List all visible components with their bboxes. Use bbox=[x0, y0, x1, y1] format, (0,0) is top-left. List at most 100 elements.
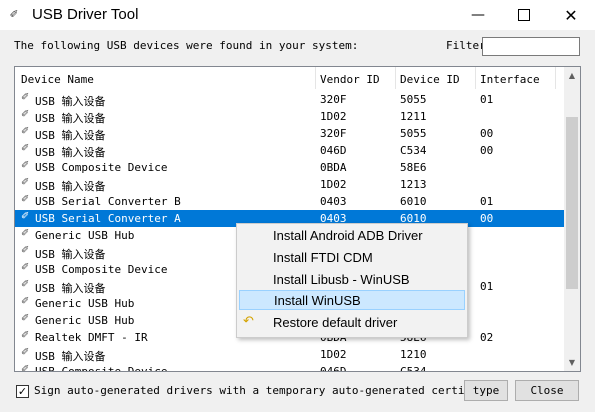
maximize-button[interactable] bbox=[501, 0, 547, 30]
table-row[interactable]: ✐ USB Composite Device 0BDA 58E6 bbox=[15, 159, 566, 176]
cell-device-id: 5055 bbox=[400, 93, 427, 106]
scroll-down-icon[interactable]: ▼ bbox=[564, 354, 580, 371]
cell-device-name: USB 输入设备 bbox=[35, 129, 106, 142]
usb-plug-icon: ✐ bbox=[21, 126, 30, 137]
cell-interface: 00 bbox=[480, 144, 494, 157]
menu-item-restore-default[interactable]: ↶ Restore default driver bbox=[239, 313, 465, 333]
usb-plug-icon: ✐ bbox=[21, 228, 30, 239]
usb-plug-icon: ✐ bbox=[21, 143, 30, 154]
column-header-interface[interactable]: Interface bbox=[480, 73, 540, 86]
usb-plug-icon: ✐ bbox=[21, 92, 30, 103]
column-header-device-name[interactable]: Device Name bbox=[21, 73, 94, 86]
table-row[interactable]: ✐ USB 输入设备 1D02 1210 bbox=[15, 346, 566, 363]
table-row[interactable]: ✐ USB 输入设备 1D02 1211 bbox=[15, 108, 566, 125]
cell-device-id: 1210 bbox=[400, 348, 427, 361]
list-header: Device Name Vendor ID Device ID Interfac… bbox=[15, 67, 566, 89]
usb-plug-icon: ✐ bbox=[21, 194, 30, 205]
menu-item-install-ftdi[interactable]: Install FTDI CDM bbox=[239, 248, 465, 268]
filter-label: Filter bbox=[446, 39, 486, 52]
usb-plug-icon: ✐ bbox=[21, 109, 30, 120]
cell-device-id: 58E6 bbox=[400, 161, 427, 174]
usb-plug-icon: ✐ bbox=[21, 211, 30, 222]
menu-item-install-adb[interactable]: Install Android ADB Driver bbox=[239, 226, 465, 246]
cell-vendor-id: 0403 bbox=[320, 195, 347, 208]
cell-device-name: USB 输入设备 bbox=[35, 350, 106, 363]
column-divider[interactable] bbox=[395, 67, 396, 89]
usb-plug-icon: ✐ bbox=[21, 262, 30, 273]
window-title: USB Driver Tool bbox=[32, 6, 139, 23]
column-divider[interactable] bbox=[315, 67, 316, 89]
devices-found-label: The following USB devices were found in … bbox=[14, 39, 359, 52]
type-button[interactable]: type bbox=[464, 380, 508, 401]
sign-drivers-checkbox[interactable]: ✓ bbox=[16, 385, 29, 398]
cell-device-name: USB 输入设备 bbox=[35, 282, 106, 295]
cell-interface: 01 bbox=[480, 93, 494, 106]
usb-plug-icon: ✐ bbox=[21, 313, 30, 324]
cell-vendor-id: 0BDA bbox=[320, 161, 347, 174]
table-row[interactable]: ✐ USB 输入设备 046D C534 00 bbox=[15, 142, 566, 159]
cell-interface: 00 bbox=[480, 127, 494, 140]
cell-device-name: Generic USB Hub bbox=[35, 297, 135, 310]
cell-vendor-id: 1D02 bbox=[320, 348, 347, 361]
cell-device-name: Generic USB Hub bbox=[35, 229, 135, 242]
usb-plug-icon: ✐ bbox=[21, 364, 30, 372]
minimize-button[interactable]: — bbox=[455, 0, 501, 30]
maximize-icon bbox=[518, 9, 530, 21]
table-row[interactable]: ✐ USB Composite Device 046D C534 bbox=[15, 363, 566, 372]
cell-device-name: USB Composite Device bbox=[35, 263, 168, 276]
column-header-vendor-id[interactable]: Vendor ID bbox=[320, 73, 380, 86]
vertical-scrollbar[interactable]: ▲ ▼ bbox=[564, 67, 580, 371]
usb-plug-icon: ✐ bbox=[21, 347, 30, 358]
title-bar: ✐ USB Driver Tool — ✕ bbox=[0, 0, 595, 30]
cell-device-name: USB 输入设备 bbox=[35, 112, 106, 125]
close-button[interactable]: Close bbox=[515, 380, 579, 401]
scroll-up-icon[interactable]: ▲ bbox=[564, 67, 580, 84]
usb-plug-icon: ✐ bbox=[21, 279, 30, 290]
usb-plug-icon: ✐ bbox=[21, 296, 30, 307]
cell-vendor-id: 1D02 bbox=[320, 110, 347, 123]
cell-device-name: USB 输入设备 bbox=[35, 180, 106, 193]
cell-device-id: 5055 bbox=[400, 127, 427, 140]
cell-interface: 01 bbox=[480, 280, 494, 293]
cell-vendor-id: 320F bbox=[320, 127, 347, 140]
cell-vendor-id: 046D bbox=[320, 144, 347, 157]
usb-plug-icon: ✐ bbox=[21, 160, 30, 171]
cell-device-name: USB 输入设备 bbox=[35, 146, 106, 159]
cell-interface: 00 bbox=[480, 212, 494, 225]
cell-device-id: 1211 bbox=[400, 110, 427, 123]
filter-input[interactable] bbox=[482, 37, 580, 56]
cell-device-name: USB 输入设备 bbox=[35, 248, 106, 261]
cell-device-id: C534 bbox=[400, 144, 427, 157]
cell-device-name: USB Serial Converter A bbox=[35, 212, 181, 225]
undo-arrow-icon: ↶ bbox=[243, 314, 254, 329]
usb-plug-icon: ✐ bbox=[21, 330, 30, 341]
usb-plug-icon: ✐ bbox=[21, 245, 30, 256]
menu-item-install-winusb[interactable]: Install WinUSB bbox=[239, 290, 465, 310]
cell-device-name: Realtek DMFT - IR bbox=[35, 331, 148, 344]
table-row[interactable]: ✐ USB 输入设备 320F 5055 00 bbox=[15, 125, 566, 142]
column-divider[interactable] bbox=[555, 67, 556, 89]
sign-drivers-label: Sign auto-generated drivers with a tempo… bbox=[34, 384, 505, 397]
cell-device-id: C534 bbox=[400, 365, 427, 372]
usb-plug-icon: ✐ bbox=[21, 177, 30, 188]
cell-interface: 02 bbox=[480, 331, 494, 344]
usb-plug-icon: ✐ bbox=[10, 7, 18, 22]
close-window-button[interactable]: ✕ bbox=[548, 0, 594, 30]
column-header-device-id[interactable]: Device ID bbox=[400, 73, 460, 86]
cell-vendor-id: 320F bbox=[320, 93, 347, 106]
cell-device-id: 1213 bbox=[400, 178, 427, 191]
table-row[interactable]: ✐ USB 输入设备 1D02 1213 bbox=[15, 176, 566, 193]
cell-interface: 01 bbox=[480, 195, 494, 208]
cell-device-id: 6010 bbox=[400, 195, 427, 208]
cell-vendor-id: 1D02 bbox=[320, 178, 347, 191]
table-row[interactable]: ✐ USB Serial Converter B 0403 6010 01 bbox=[15, 193, 566, 210]
cell-device-name: USB Composite Device bbox=[35, 365, 168, 372]
column-divider[interactable] bbox=[475, 67, 476, 89]
cell-device-name: USB Serial Converter B bbox=[35, 195, 181, 208]
cell-device-name: USB 输入设备 bbox=[35, 95, 106, 108]
menu-item-install-libusb[interactable]: Install Libusb - WinUSB bbox=[239, 270, 465, 290]
scrollbar-thumb[interactable] bbox=[566, 117, 578, 289]
cell-vendor-id: 046D bbox=[320, 365, 347, 372]
table-row[interactable]: ✐ USB 输入设备 320F 5055 01 bbox=[15, 91, 566, 108]
cell-device-name: USB Composite Device bbox=[35, 161, 168, 174]
